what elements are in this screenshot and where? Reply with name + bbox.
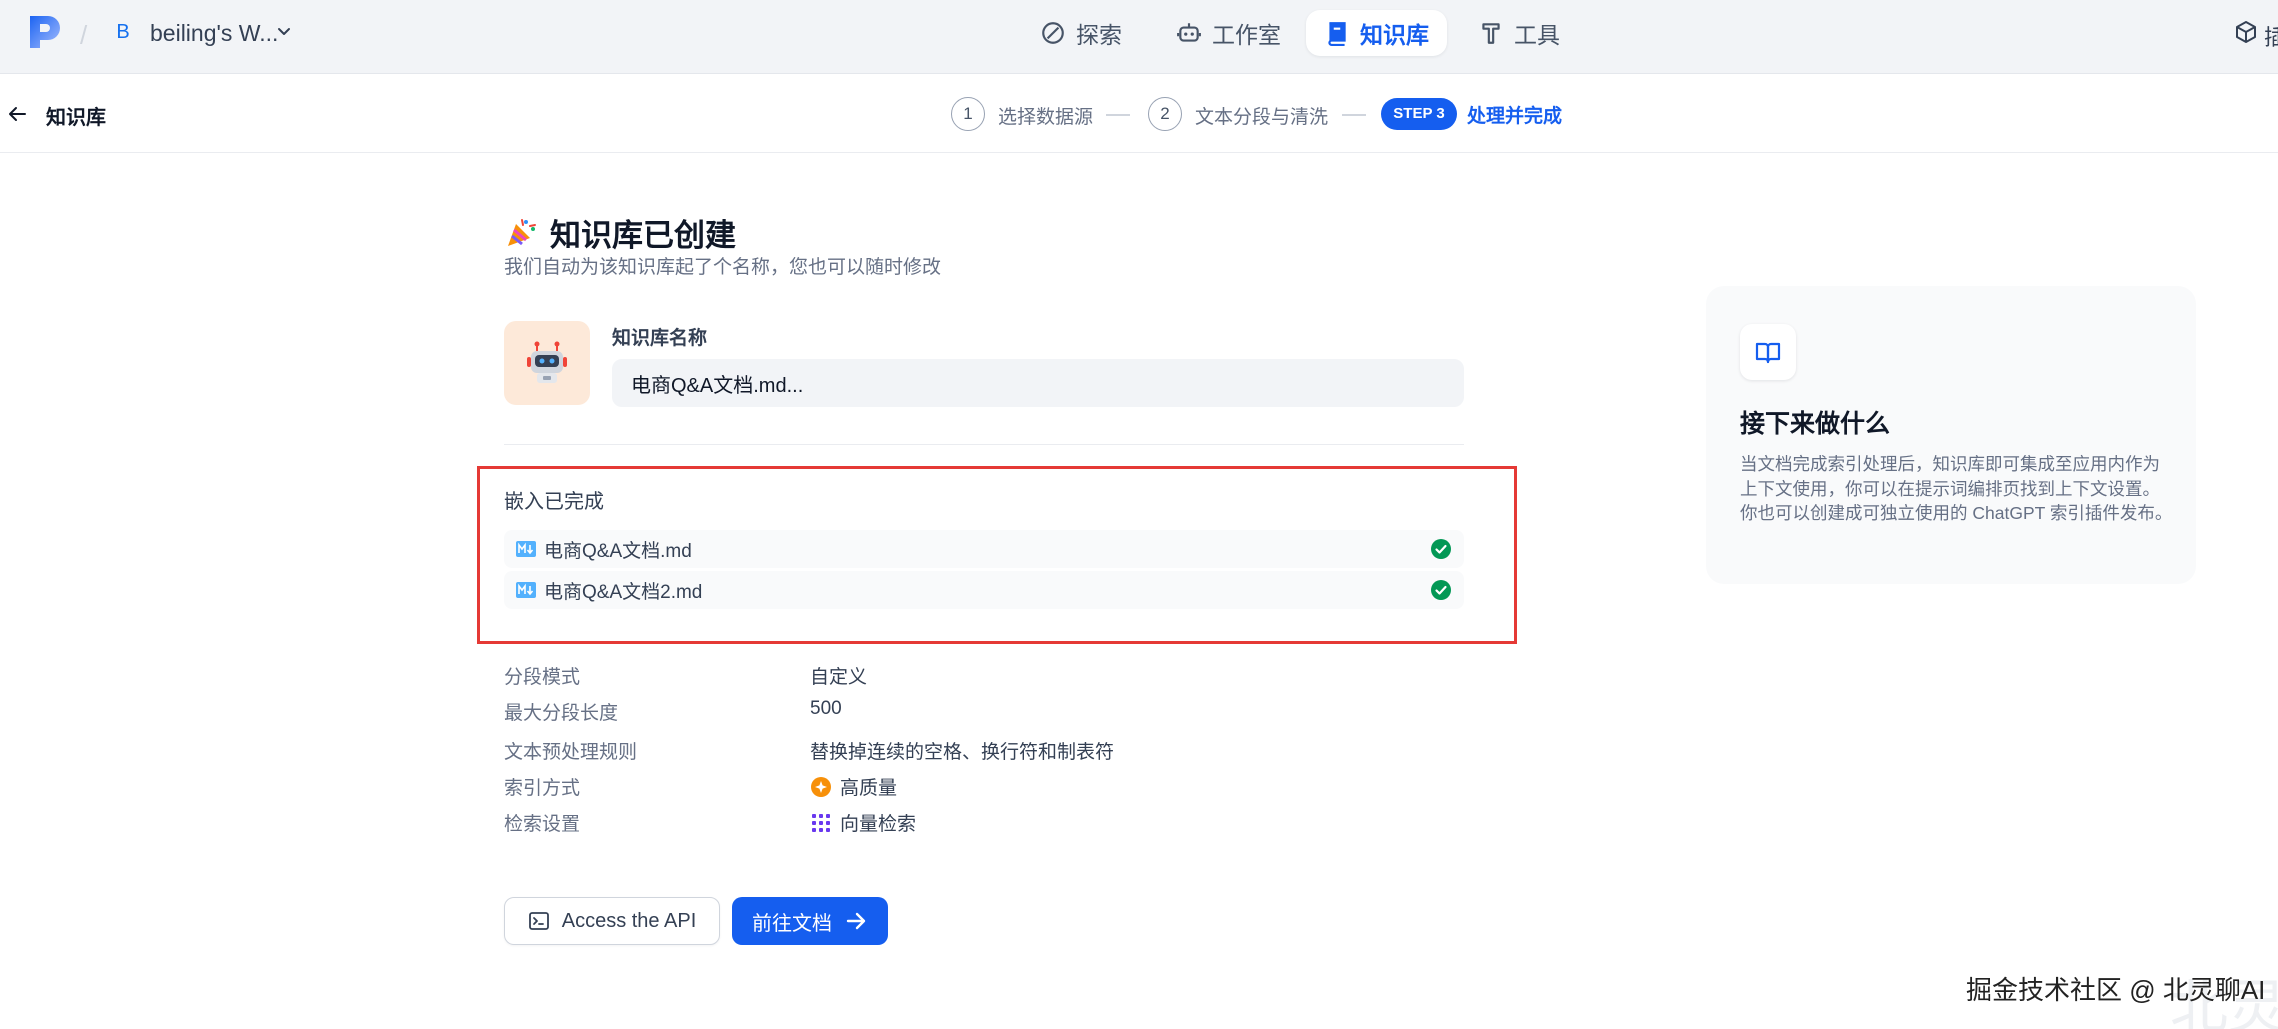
watermark-text: 掘金技术社区 @ 北灵聊AI: [1966, 975, 2266, 1005]
main-title: 知识库已创建: [550, 218, 736, 253]
high-quality-icon: [811, 776, 831, 797]
preprocess-rules-value: 替换掉连续的空格、换行符和制表符: [810, 737, 1114, 764]
nav-explore-label: 探索: [1076, 22, 1122, 48]
next-steps-panel: 接下来做什么 当文档完成索引处理后，知识库即可集成至应用内作为上下文使用，你可以…: [1706, 286, 2196, 584]
knowledge-name-input[interactable]: [612, 359, 1464, 407]
open-book-icon: [1755, 342, 1781, 364]
max-length-value: 500: [810, 698, 842, 720]
party-popper-icon: [508, 218, 536, 246]
file-name: 电商Q&A文档2.md: [544, 581, 703, 603]
step-2-label: 文本分段与清洗: [1195, 107, 1329, 128]
step-connector: [1342, 114, 1366, 116]
workspace-avatar[interactable]: B: [110, 18, 136, 46]
list-item[interactable]: 电商Q&A文档.md: [504, 530, 1464, 568]
creation-heading: 知识库已创建: [504, 210, 736, 255]
terminal-icon: [528, 912, 549, 930]
app-logo-icon[interactable]: [26, 14, 62, 50]
access-api-button[interactable]: Access the API: [504, 897, 720, 945]
plugin-cube-icon[interactable]: [2234, 20, 2258, 44]
check-circle-icon: [1431, 580, 1451, 600]
preprocess-rules-label: 文本预处理规则: [504, 742, 638, 763]
segment-mode-label: 分段模式: [504, 667, 581, 688]
list-item[interactable]: 电商Q&A文档2.md: [504, 571, 1464, 609]
step-3-label: 处理并完成: [1467, 106, 1563, 127]
segment-mode-value: 自定义: [810, 662, 867, 689]
knowledge-avatar[interactable]: [504, 321, 590, 405]
markdown-file-icon: [516, 582, 536, 598]
section-divider: [504, 444, 1464, 445]
chevron-down-icon[interactable]: [274, 22, 294, 42]
workspace-name[interactable]: beiling's W...: [150, 20, 278, 47]
step-connector: [1106, 114, 1130, 116]
index-mode-text: 高质量: [840, 778, 898, 799]
index-mode-label: 索引方式: [504, 778, 581, 799]
go-to-documents-button[interactable]: 前往文档: [732, 897, 888, 945]
side-icon-container: [1740, 324, 1796, 380]
max-length-label: 最大分段长度: [504, 703, 619, 724]
step-2-number: 2: [1148, 97, 1182, 131]
plugins-nav-partial[interactable]: 插: [2264, 20, 2278, 52]
next-steps-title: 接下来做什么: [1740, 410, 1891, 438]
file-name: 电商Q&A文档.md: [544, 540, 692, 562]
vector-grid-icon: [812, 813, 830, 832]
step-3-badge: STEP 3: [1381, 98, 1457, 130]
nav-knowledge-label: 知识库: [1360, 22, 1429, 48]
compass-icon: [1042, 22, 1064, 44]
retrieval-setting-label: 检索设置: [504, 814, 581, 835]
next-steps-description: 当文档完成索引处理后，知识库即可集成至应用内作为上下文使用，你可以在提示词编排页…: [1740, 454, 2173, 523]
robot-avatar-icon: [527, 341, 567, 383]
nav-tools[interactable]: 工具: [1460, 10, 1578, 56]
nav-knowledge[interactable]: 知识库: [1306, 10, 1447, 56]
step-1-label: 选择数据源: [998, 107, 1094, 128]
access-api-label: Access the API: [561, 909, 697, 932]
nav-tools-label: 工具: [1514, 22, 1560, 48]
knowledge-name-label: 知识库名称: [612, 328, 708, 349]
retrieval-setting-value: 向量检索: [810, 809, 916, 836]
segment-mode-text: 自定义: [810, 667, 868, 688]
embedding-status-title: 嵌入已完成: [504, 491, 604, 513]
breadcrumb-separator: /: [80, 20, 88, 50]
check-circle-icon: [1431, 539, 1451, 559]
nav-explore[interactable]: 探索: [1022, 10, 1140, 56]
page-title: 知识库: [46, 107, 106, 129]
go-to-documents-label: 前往文档: [752, 912, 832, 935]
arrow-left-icon[interactable]: [6, 103, 28, 125]
markdown-file-icon: [516, 541, 536, 557]
preprocess-rules-text: 替换掉连续的空格、换行符和制表符: [810, 742, 1115, 763]
step-1-number: 1: [951, 97, 985, 131]
nav-studio-label: 工作室: [1212, 22, 1281, 48]
retrieval-setting-text: 向量检索: [840, 814, 917, 835]
nav-studio[interactable]: 工作室: [1158, 10, 1299, 56]
steps-header: 知识库 1 选择数据源 2 文本分段与清洗 STEP 3 处理并完成: [0, 75, 2278, 153]
max-length-text: 500: [810, 698, 842, 719]
robot-icon: [1177, 23, 1201, 42]
main-subtitle: 我们自动为该知识库起了个名称，您也可以随时修改: [504, 257, 942, 278]
index-mode-value: 高质量: [810, 773, 897, 800]
hammer-icon: [1482, 23, 1500, 44]
top-navigation-bar: / B beiling's W... 探索 工作室 知识库 工具 插: [0, 0, 2278, 74]
arrow-right-icon: [846, 912, 866, 930]
book-icon: [1328, 22, 1346, 46]
